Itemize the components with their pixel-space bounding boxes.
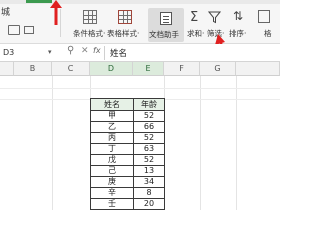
doc-assistant-button[interactable]: 文档助手: [148, 8, 184, 42]
ribbon-toolbar: 城 条件格式· 表格样式· 文档助手 Σ 求和· 筛选· ⇅ 排序· 格: [0, 0, 280, 44]
cell-name[interactable]: 甲: [91, 110, 133, 121]
worksheet-grid[interactable]: B C D E F G 姓名 年龄 甲 52 乙 66 丙 52 丁 63 戊 …: [0, 62, 280, 210]
cancel-icon[interactable]: ✕: [81, 46, 89, 56]
zoom-icon[interactable]: ⚲: [67, 45, 74, 56]
col-header-h[interactable]: [236, 62, 280, 76]
document-icon: [160, 12, 172, 25]
formula-input[interactable]: 姓名: [110, 47, 127, 59]
cell-age[interactable]: 66: [134, 121, 164, 132]
col-header-f[interactable]: F: [164, 62, 200, 76]
table-style-button[interactable]: 表格样式·: [107, 28, 139, 39]
sum-icon[interactable]: Σ: [190, 10, 198, 25]
cell-age[interactable]: 8: [134, 187, 164, 198]
cell-age[interactable]: 63: [134, 143, 164, 154]
insert-function-icon[interactable]: fx: [93, 46, 101, 55]
cell-name[interactable]: 己: [91, 165, 133, 176]
filter-icon[interactable]: [208, 11, 221, 24]
grid-line: [200, 76, 201, 210]
sort-icon[interactable]: ⇅: [233, 9, 243, 23]
header-cell-age[interactable]: 年龄: [134, 99, 164, 110]
cell-name[interactable]: 乙: [91, 121, 133, 132]
col-header-d[interactable]: D: [90, 62, 133, 76]
col-header-c[interactable]: C: [52, 62, 90, 76]
cell-age[interactable]: 20: [134, 198, 164, 209]
fill-icon[interactable]: [24, 26, 34, 34]
cell-age[interactable]: 52: [134, 110, 164, 121]
cell-age[interactable]: 52: [134, 154, 164, 165]
format-painter-icon[interactable]: [8, 25, 20, 35]
corner-header[interactable]: [0, 62, 14, 76]
formula-separator: [104, 46, 105, 60]
formula-bar: D3 ▾ ⚲ ✕ fx 姓名: [0, 44, 280, 62]
cell-name[interactable]: 丁: [91, 143, 133, 154]
cell-age[interactable]: 13: [134, 165, 164, 176]
format-icon[interactable]: [258, 10, 270, 23]
sum-button[interactable]: 求和·: [187, 28, 204, 39]
annotation-arrow-up: [50, 0, 62, 25]
cell-age[interactable]: 52: [134, 132, 164, 143]
spreadsheet-window: 城 条件格式· 表格样式· 文档助手 Σ 求和· 筛选· ⇅ 排序· 格 D3: [0, 0, 280, 210]
col-header-g[interactable]: G: [200, 62, 236, 76]
table-style-icon[interactable]: [118, 10, 132, 24]
format-button[interactable]: 格: [264, 28, 272, 39]
cell-name[interactable]: 丙: [91, 132, 133, 143]
cell-name[interactable]: 辛: [91, 187, 133, 198]
conditional-format-button[interactable]: 条件格式·: [73, 28, 105, 39]
cell-name[interactable]: 戊: [91, 154, 133, 165]
cell-name[interactable]: 庚: [91, 176, 133, 187]
col-header-e[interactable]: E: [133, 62, 164, 76]
grid-line: [236, 76, 237, 210]
name-box-dropdown-icon[interactable]: ▾: [48, 48, 52, 56]
ribbon-left-label: 城: [1, 8, 11, 18]
conditional-format-icon[interactable]: [83, 10, 97, 24]
cell-age[interactable]: 34: [134, 176, 164, 187]
grid-line: [52, 76, 53, 210]
doc-assistant-label: 文档助手: [149, 30, 179, 39]
header-cell-name[interactable]: 姓名: [91, 99, 133, 110]
grid-line: [0, 88, 280, 89]
cell-name[interactable]: 壬: [91, 198, 133, 209]
col-header-b[interactable]: B: [14, 62, 52, 76]
